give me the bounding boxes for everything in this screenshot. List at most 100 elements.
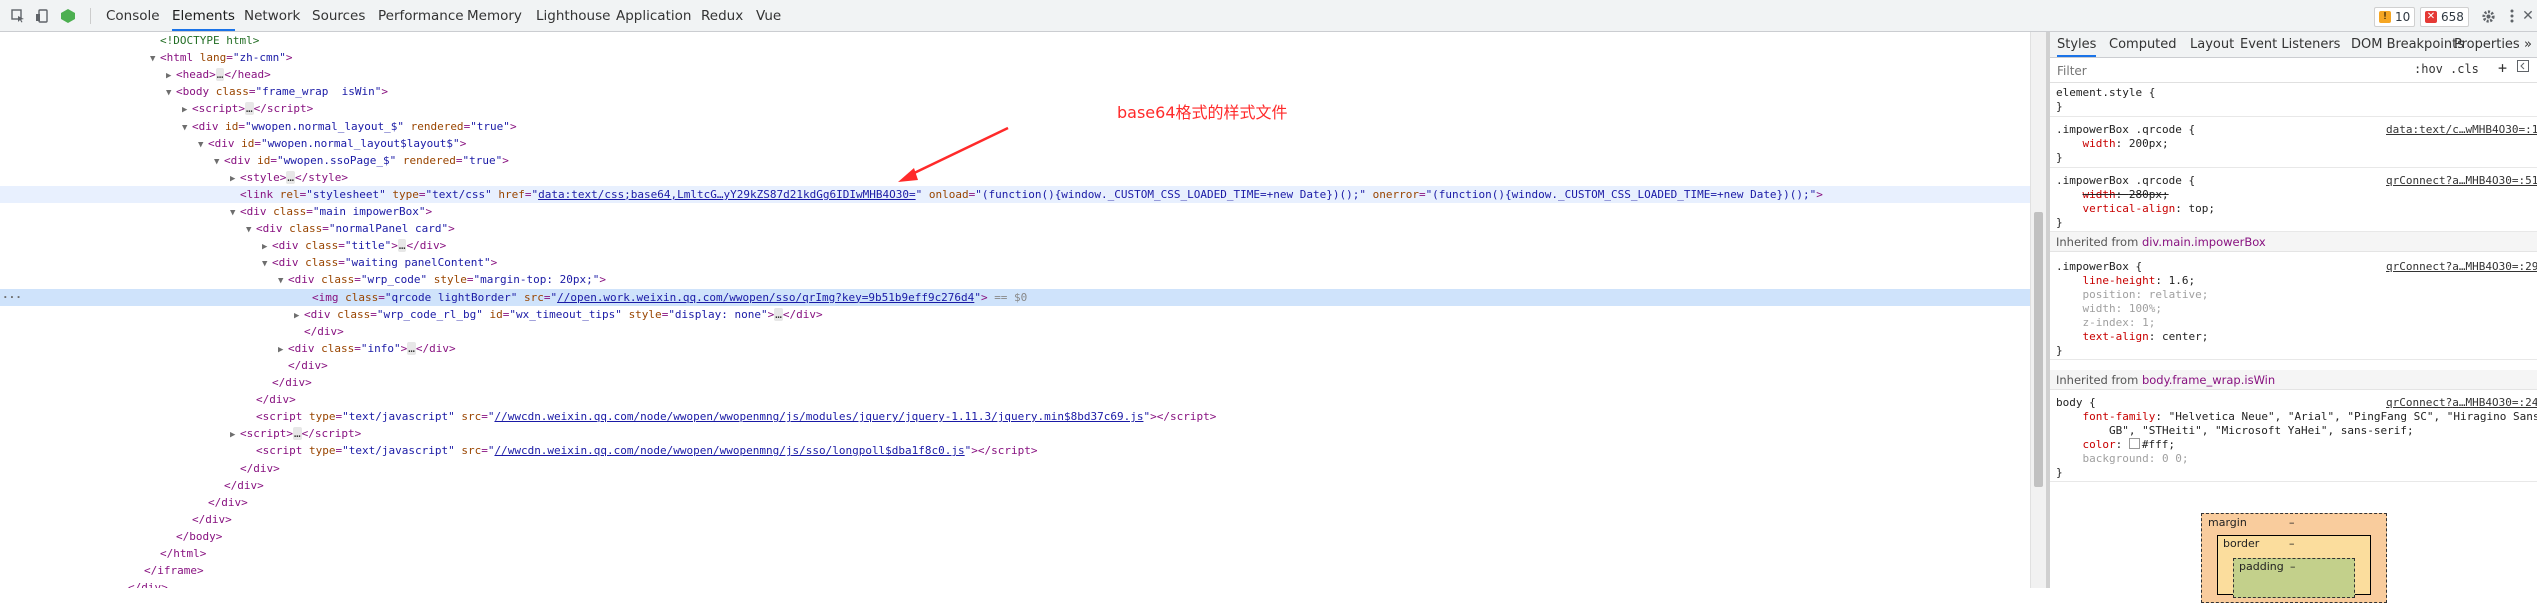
tab-sources[interactable]: Sources xyxy=(312,0,365,31)
dom-node-markup[interactable]: <div class="waiting panelContent"> xyxy=(272,256,497,269)
dom-node-line[interactable]: </div> xyxy=(0,460,2030,477)
device-toolbar-icon[interactable] xyxy=(32,6,52,26)
tab-styles[interactable]: Styles xyxy=(2057,32,2097,57)
dom-node-line[interactable]: ▼ <body class="frame_wrap isWin"> xyxy=(0,83,2030,100)
dom-node-markup[interactable]: </div> xyxy=(192,513,232,526)
dom-node-markup[interactable]: </div> xyxy=(256,393,296,406)
tab-lighthouse[interactable]: Lighthouse xyxy=(536,0,610,31)
dom-node-markup[interactable]: <img class="qrcode lightBorder" src="//o… xyxy=(312,291,1027,304)
new-rule-plus-icon[interactable]: + xyxy=(2498,59,2507,77)
css-value[interactable]: 1.6; xyxy=(2169,274,2196,287)
tab-event-listeners[interactable]: Event Listeners xyxy=(2240,32,2340,57)
dom-node-line[interactable]: ▶ <script>…</script> xyxy=(0,100,2030,117)
dom-node-line[interactable]: </div> xyxy=(0,374,2030,391)
dom-node-line[interactable]: ▶ <div class="title">…</div> xyxy=(0,237,2030,254)
dom-node-markup[interactable]: <div class="title">…</div> xyxy=(272,239,446,253)
css-property[interactable]: width xyxy=(2083,137,2116,150)
dom-node-line[interactable]: ▼ <div class="wrp_code" style="margin-top… xyxy=(0,271,2030,288)
vue-devtools-icon[interactable] xyxy=(58,6,78,26)
css-value[interactable]: #fff; xyxy=(2142,438,2175,451)
dom-node-line[interactable]: </div> xyxy=(0,494,2030,511)
css-property-not-inherited[interactable]: background xyxy=(2083,452,2149,465)
toggle-sidebar-icon[interactable] xyxy=(2517,60,2529,75)
element-style-rule[interactable]: element.style { } xyxy=(2050,83,2537,117)
css-property[interactable]: vertical-align xyxy=(2083,202,2176,215)
dom-node-markup[interactable]: <script type="text/javascript" src="//ww… xyxy=(256,410,1216,423)
box-border-value[interactable]: – xyxy=(2289,537,2295,550)
warnings-badge[interactable]: ! 10 xyxy=(2374,7,2416,27)
tab-memory[interactable]: Memory xyxy=(467,0,522,31)
dom-node-markup[interactable]: <div id="wwopen.normal_layout$layout$"> xyxy=(208,137,466,150)
tab-layout[interactable]: Layout xyxy=(2190,32,2234,57)
dom-node-line[interactable]: ▼ <div class="main impowerBox"> xyxy=(0,203,2030,220)
tab-properties[interactable]: Properties xyxy=(2454,32,2520,57)
tab-application[interactable]: Application xyxy=(616,0,691,31)
tab-elements[interactable]: Elements xyxy=(172,0,235,31)
css-value[interactable]: 200px; xyxy=(2129,137,2169,150)
css-value-not-inherited[interactable]: 100%; xyxy=(2129,302,2162,315)
css-rule-qrcode[interactable]: .impowerBox .qrcode {qrConnect?a…MHB4O30… xyxy=(2050,168,2537,232)
dom-node-markup[interactable]: <div class="main impowerBox"> xyxy=(240,205,432,218)
dom-node-markup[interactable]: </div> xyxy=(288,359,328,372)
css-rule-body[interactable]: body {qrConnect?a…MHB4O30=:24 font-famil… xyxy=(2050,390,2537,482)
css-value-not-inherited[interactable]: relative; xyxy=(2149,288,2209,301)
styles-filter-input[interactable] xyxy=(2055,61,2359,81)
settings-gear-icon[interactable] xyxy=(2478,6,2498,26)
rule-source-link[interactable]: data:text/c…wMHB4O30=:1 xyxy=(2386,123,2537,137)
css-property-not-inherited[interactable]: z-index xyxy=(2083,316,2129,329)
dom-node-markup[interactable]: <html lang="zh-cmn"> xyxy=(160,51,292,64)
tab-computed[interactable]: Computed xyxy=(2109,32,2177,57)
css-value[interactable]: center; xyxy=(2162,330,2208,343)
dom-node-line[interactable]: ▶ <script>…</script> xyxy=(0,425,2030,442)
dom-node-line[interactable]: ▼ <div id="wwopen.normal_layout$layout$"> xyxy=(0,135,2030,152)
dom-node-markup[interactable]: <script>…</script> xyxy=(240,427,361,441)
dom-node-line[interactable]: </div> xyxy=(0,477,2030,494)
hover-state-toggle[interactable]: :hov xyxy=(2414,62,2443,76)
tab-network[interactable]: Network xyxy=(244,0,300,31)
css-property[interactable]: line-height xyxy=(2083,274,2156,287)
highlighted-link-node[interactable]: <link rel="stylesheet" type="text/css" h… xyxy=(0,185,2030,203)
css-property-not-inherited[interactable]: width xyxy=(2083,302,2116,315)
dom-node-markup[interactable]: </iframe> xyxy=(144,564,204,577)
dom-node-line[interactable]: ▼ <div class="waiting panelContent"> xyxy=(0,254,2030,271)
css-rule-qrcode-base64[interactable]: .impowerBox .qrcode {data:text/c…wMHB4O3… xyxy=(2050,117,2537,168)
class-toggle[interactable]: .cls xyxy=(2450,62,2479,76)
node-actions-ellipsis-icon[interactable]: ··· xyxy=(2,289,22,306)
selected-dom-node[interactable]: ··· <img class="qrcode lightBorder" src="… xyxy=(0,288,2030,306)
dom-node-markup[interactable]: <div class="wrp_code_rl_bg" id="wx_timeo… xyxy=(304,307,823,321)
close-devtools-icon[interactable]: ✕ xyxy=(2518,6,2537,26)
tab-console[interactable]: Console xyxy=(106,0,160,31)
dom-node-markup[interactable]: </div> xyxy=(240,462,280,475)
dom-node-line[interactable]: </div> xyxy=(0,579,2030,588)
dom-node-markup[interactable]: </div> xyxy=(272,376,312,389)
css-value-not-inherited[interactable]: 1; xyxy=(2142,316,2155,329)
dom-node-line[interactable]: </iframe> xyxy=(0,562,2030,579)
inspect-element-icon[interactable] xyxy=(8,6,28,26)
dom-node-line[interactable]: <!DOCTYPE html> xyxy=(0,32,2030,49)
dom-node-markup[interactable]: <div class="info">…</div> xyxy=(288,341,456,355)
dom-node-line[interactable]: </div> xyxy=(0,391,2030,408)
css-rule-impowerbox[interactable]: .impowerBox {qrConnect?a…MHB4O30=:29 lin… xyxy=(2050,252,2537,360)
dom-node-markup[interactable]: </div> xyxy=(224,479,264,492)
color-swatch[interactable] xyxy=(2128,438,2140,449)
css-property[interactable]: color xyxy=(2083,438,2116,451)
dom-node-line[interactable]: </div> xyxy=(0,357,2030,374)
css-property[interactable]: text-align xyxy=(2083,330,2149,343)
dom-node-line[interactable]: <script type="text/javascript" src="//ww… xyxy=(0,442,2030,459)
dom-node-markup[interactable]: <!DOCTYPE html> xyxy=(160,34,259,47)
dom-node-line[interactable]: ▼ <div id="wwopen.ssoPage_$" rendered="tr… xyxy=(0,152,2030,169)
dom-node-line[interactable]: </body> xyxy=(0,528,2030,545)
dom-node-markup[interactable]: <head>…</head> xyxy=(176,68,271,82)
dom-node-line[interactable]: ▶ <style>…</style> xyxy=(0,169,2030,186)
dom-node-markup[interactable]: </div> xyxy=(208,496,248,509)
tab-vue[interactable]: Vue xyxy=(756,0,781,31)
dom-node-markup[interactable]: <div id="wwopen.normal_layout_$" rendere… xyxy=(192,120,517,133)
dom-node-line[interactable]: ▶ <div class="wrp_code_rl_bg" id="wx_time… xyxy=(0,306,2030,323)
dom-node-markup[interactable]: <body class="frame_wrap isWin"> xyxy=(176,85,388,98)
dom-node-markup[interactable]: </body> xyxy=(176,530,222,543)
elements-tree[interactable]: <!DOCTYPE html> ▼ <html lang="zh-cmn"> ▶ <he… xyxy=(0,32,2030,588)
dom-node-markup[interactable]: </div> xyxy=(304,325,344,338)
inherited-selector-link[interactable]: div.main.impowerBox xyxy=(2142,235,2266,249)
css-value[interactable]: top; xyxy=(2188,202,2215,215)
css-value[interactable]: "Helvetica Neue", "Arial", "PingFang SC"… xyxy=(2169,410,2537,423)
